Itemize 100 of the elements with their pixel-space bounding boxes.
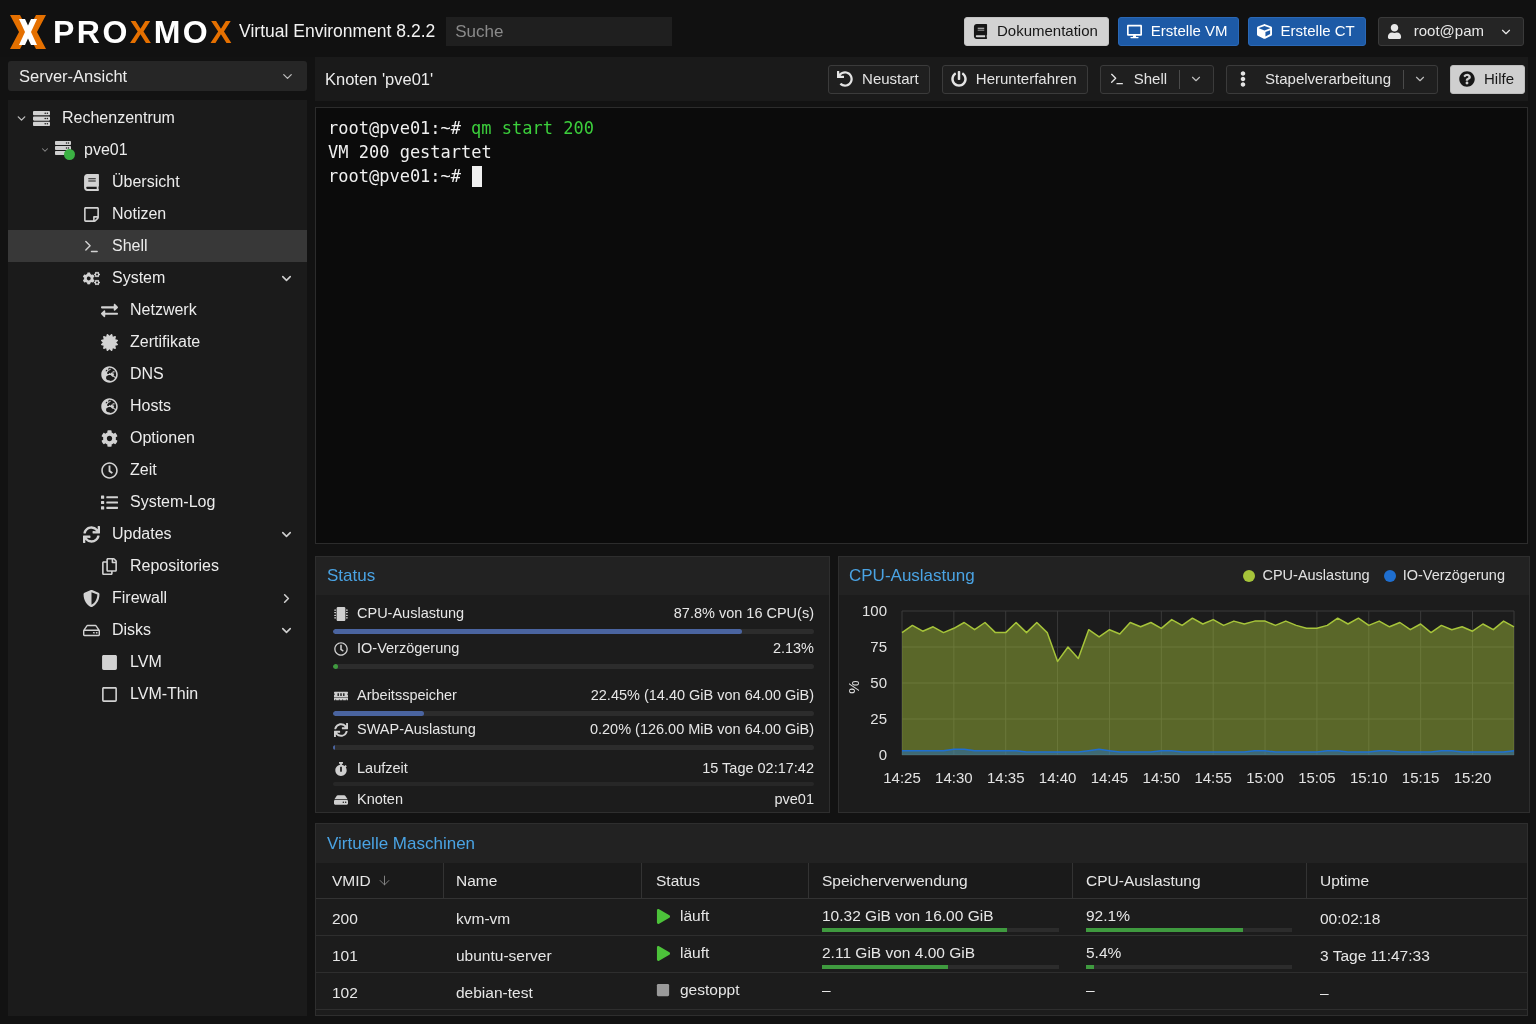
header-button[interactable]: Erstelle CT: [1247, 17, 1366, 46]
tree-item[interactable]: Zertifikate: [8, 326, 307, 358]
help-icon: [1459, 71, 1475, 87]
square-outline-icon: [100, 685, 118, 703]
terminal-screen[interactable]: root@pve01:~# qm start 200 VM 200 gestartet root@pve01:~#: [315, 107, 1528, 544]
tree-item[interactable]: Zeit: [8, 454, 307, 486]
cpu-usage-text: 5.4%: [1086, 944, 1123, 962]
user-icon: [1386, 24, 1402, 39]
axis-tick-label: 14:35: [986, 769, 1025, 786]
tree-item[interactable]: Notizen: [8, 198, 307, 230]
search-field[interactable]: Suche: [446, 17, 673, 46]
column-header[interactable]: Status: [642, 863, 809, 898]
arrows-exchange-icon: [100, 301, 118, 319]
tree-item[interactable]: pve01: [8, 134, 307, 166]
book-icon: [972, 24, 988, 39]
square-icon: [100, 653, 118, 671]
header-button[interactable]: Dokumentation: [963, 17, 1109, 46]
column-header[interactable]: Uptime: [1307, 863, 1527, 898]
hard-drive-icon: [334, 793, 348, 807]
axis-tick-label: 15:20: [1453, 769, 1492, 786]
tree-item[interactable]: Disks: [8, 614, 307, 646]
status-label: IO-Verzögerung: [357, 639, 460, 659]
toolbar-button[interactable]: Herunterfahren: [941, 64, 1088, 94]
uptime-text: –: [1320, 984, 1329, 1001]
globe-icon: [100, 365, 118, 383]
tree-item[interactable]: Rechenzentrum: [8, 102, 307, 134]
axis-tick-label: 14:55: [1194, 769, 1232, 786]
tree-item[interactable]: LVM: [8, 646, 307, 678]
output-text: VM 200 gestartet: [328, 141, 492, 164]
panel-title: Status: [327, 565, 376, 588]
copy-icon: [100, 557, 118, 575]
axis-tick-label: 14:45: [1090, 769, 1129, 786]
split-button[interactable]: Stapelverarbeitung: [1226, 64, 1438, 94]
axis-tick-label: 25: [870, 710, 887, 727]
axis-tick-label: 14:50: [1142, 769, 1181, 786]
tree-item[interactable]: System: [8, 262, 307, 294]
power-icon: [950, 71, 967, 87]
toolbar-button[interactable]: Neustart: [828, 64, 930, 94]
panel-title: Knoten 'pve01': [325, 68, 434, 90]
tree-item[interactable]: DNS: [8, 358, 307, 390]
status-text: läuft: [680, 907, 710, 925]
tree-item[interactable]: Repositories: [8, 550, 307, 582]
memory-usage-text: 2.11 GiB von 4.00 GiB: [822, 944, 977, 962]
axis-tick-label: 0: [878, 746, 887, 763]
memory-usage-text: –: [822, 981, 832, 999]
shell-prompt: root@pve01:~#: [328, 165, 462, 188]
status-value: pve01: [774, 790, 814, 810]
refresh-icon: [334, 723, 348, 737]
globe-icon: [100, 397, 118, 415]
memory-module-icon: [334, 689, 348, 703]
header-button[interactable]: Erstelle VM: [1117, 17, 1239, 46]
axis-tick-label: 15:15: [1401, 769, 1440, 786]
axis-tick-label: 14:40: [1038, 769, 1077, 786]
column-header[interactable]: Speicherverwendung: [809, 863, 1073, 898]
cpu-usage-text: 92.1%: [1086, 907, 1131, 925]
monitor-icon: [1126, 24, 1142, 39]
logo-icon: [10, 14, 46, 49]
toolbar-button[interactable]: Hilfe: [1450, 64, 1525, 94]
axis-tick-label: 14:25: [883, 769, 921, 786]
tree-item[interactable]: Übersicht: [8, 166, 307, 198]
legend-label: IO-Verzögerung: [1402, 566, 1505, 586]
chip-icon: [334, 607, 348, 621]
tree-item[interactable]: System-Log: [8, 486, 307, 518]
note-icon: [82, 205, 100, 223]
vm-name-text: kvm-vm: [456, 910, 511, 927]
clock-icon: [334, 642, 348, 656]
tree-item[interactable]: Netzwerk: [8, 294, 307, 326]
tree-item[interactable]: Shell: [8, 230, 307, 262]
status-value: 0.20% (126.00 MiB von 64.00 GiB): [589, 720, 814, 740]
tree-item[interactable]: Firewall: [8, 582, 307, 614]
column-header[interactable]: VMID: [316, 863, 444, 898]
tree-item[interactable]: LVM-Thin: [8, 678, 307, 710]
header-button[interactable]: root@pam: [1377, 17, 1524, 46]
status-text: gestoppt: [680, 981, 740, 999]
axis-tick-label: 14:30: [935, 769, 973, 786]
status-label: Arbeitsspeicher: [357, 686, 457, 706]
tree-item[interactable]: Optionen: [8, 422, 307, 454]
book-icon: [82, 173, 100, 191]
column-header[interactable]: Name: [444, 863, 642, 898]
split-button[interactable]: Shell: [1099, 64, 1215, 94]
tree-item[interactable]: Hosts: [8, 390, 307, 422]
axis-tick-label: 15:05: [1298, 769, 1336, 786]
tree-item[interactable]: Updates: [8, 518, 307, 550]
memory-usage-text: 10.32 GiB von 16.00 GiB: [822, 907, 995, 925]
status-value: 22.45% (14.40 GiB von 64.00 GiB): [590, 686, 814, 706]
axis-tick-label: 15:00: [1246, 769, 1284, 786]
uptime-text: 00:02:18: [1320, 910, 1381, 927]
status-label: Knoten: [357, 790, 403, 810]
axis-tick-label: 15:10: [1350, 769, 1388, 786]
view-selector-dropdown[interactable]: Server-Ansicht: [8, 61, 307, 91]
status-value: 15 Tage 02:17:42: [702, 759, 814, 779]
axis-tick-label: 50: [870, 674, 887, 691]
product-name: Virtual Environment 8.2.2: [239, 20, 436, 44]
axis-tick-label: 100: [861, 602, 887, 619]
status-label: SWAP-Auslastung: [357, 720, 476, 740]
vm-name-text: ubuntu-server: [456, 947, 552, 964]
undo-arrow-icon: [837, 71, 854, 87]
panel-title: CPU-Auslastung: [849, 565, 975, 588]
terminal-icon: [1108, 71, 1125, 87]
column-header[interactable]: CPU-Auslastung: [1073, 863, 1307, 898]
